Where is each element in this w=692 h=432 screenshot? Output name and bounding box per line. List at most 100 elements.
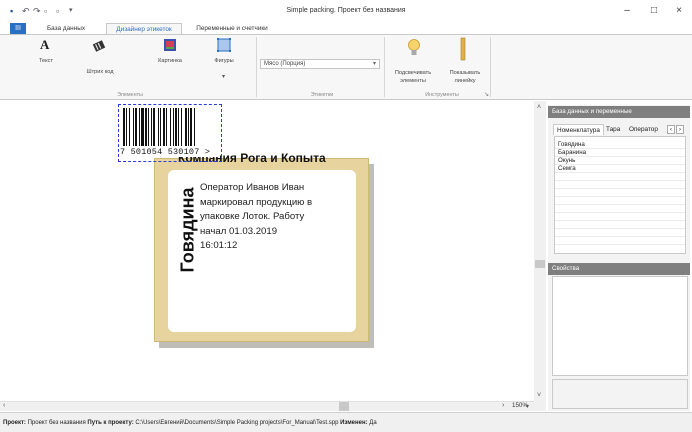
- empty-list-row: [555, 189, 685, 197]
- nomenclature-list[interactable]: Говядина Баранина Окунь Семга: [554, 136, 686, 254]
- tabs-scroll-right-icon[interactable]: ›: [676, 125, 684, 134]
- product-name-vertical-text[interactable]: Говядина: [178, 187, 199, 272]
- barcode-digits: 7 501054 530107 >: [120, 147, 218, 157]
- label-template-value: Мясо (Порция): [264, 61, 306, 67]
- window-title: Simple packing. Проект без названия: [286, 7, 406, 14]
- highlight-label-line-1: Подсвечивать: [394, 70, 432, 76]
- barcode-bar: [139, 108, 140, 146]
- file-menu-button[interactable]: III: [10, 23, 26, 34]
- path-value: C:\Users\Евгений\Documents\Simple Packin…: [135, 420, 339, 426]
- barcode-tool-icon[interactable]: [92, 39, 106, 53]
- barcode-bar: [185, 108, 187, 146]
- barcode-bar: [129, 108, 130, 146]
- list-item[interactable]: Семга: [555, 165, 685, 173]
- tabs-scroll-left-icon[interactable]: ‹: [667, 125, 675, 134]
- barcode-bar: [190, 108, 192, 146]
- vertical-scroll-thumb[interactable]: [535, 260, 545, 268]
- shapes-dropdown-icon[interactable]: ▾: [222, 73, 225, 80]
- scroll-right-icon[interactable]: ›: [502, 402, 504, 409]
- minimize-button[interactable]: –: [616, 4, 638, 18]
- app-window: ▪ ↶ ↷ ▫ ▫ ▾ Simple packing. Проект без н…: [0, 0, 692, 432]
- barcode-bar: [173, 108, 174, 146]
- shapes-tool-label[interactable]: Фигуры: [202, 58, 246, 64]
- barcode-bar: [141, 108, 144, 146]
- operator-text-line: 16:01:12: [200, 240, 238, 252]
- project-value: Проект без названия: [27, 420, 86, 426]
- tab-container[interactable]: Тара: [603, 124, 623, 135]
- empty-list-row: [555, 181, 685, 189]
- close-button[interactable]: ×: [668, 4, 690, 18]
- horizontal-scrollbar[interactable]: [0, 401, 534, 411]
- empty-list-row: [555, 205, 685, 213]
- project-label: Проект:: [3, 420, 26, 426]
- barcode-bar: [148, 108, 149, 146]
- text-tool-icon[interactable]: A: [40, 37, 49, 53]
- barcode-bar: [163, 108, 165, 146]
- barcode-bar: [151, 108, 152, 146]
- operator-text-line: начал 01.03.2019: [200, 225, 278, 237]
- highlight-label-line-2: элементы: [400, 78, 426, 84]
- zoom-dropdown-icon[interactable]: ▾: [526, 403, 529, 410]
- list-item[interactable]: Окунь: [555, 157, 685, 165]
- shapes-tool-icon[interactable]: [216, 37, 232, 53]
- group-separator: [490, 37, 491, 97]
- operator-text-line: упаковке Лоток. Работу: [200, 211, 305, 223]
- barcode-bar: [170, 108, 171, 146]
- barcode-bar: [158, 108, 159, 146]
- ruler-icon[interactable]: [458, 37, 468, 61]
- image-tool-icon[interactable]: [163, 38, 177, 52]
- empty-list-row: [555, 197, 685, 205]
- tab-nomenclature[interactable]: Номенклатура: [553, 124, 604, 135]
- properties-header: Свойства: [548, 263, 690, 275]
- barcode-bar: [175, 108, 177, 146]
- label-template-select[interactable]: Мясо (Порция) ▾: [260, 59, 380, 69]
- changed-value: Да: [369, 420, 377, 426]
- group-separator: [384, 37, 385, 97]
- barcode-bar: [123, 108, 125, 146]
- path-label: Путь к проекту:: [87, 420, 134, 426]
- scroll-up-icon[interactable]: ˄: [537, 104, 541, 111]
- show-ruler-button[interactable]: Показывать линейку: [436, 69, 494, 85]
- text-tool-label[interactable]: Текст: [26, 58, 66, 64]
- operator-text-line: Оператор Иванов Иван: [200, 182, 305, 193]
- list-item[interactable]: Баранина: [555, 149, 685, 157]
- elements-group-label: Элементы: [117, 92, 143, 98]
- barcode-bar: [126, 108, 127, 146]
- tools-group-label: Инструменты: [425, 92, 459, 98]
- scroll-left-icon[interactable]: ‹: [3, 402, 5, 409]
- dialog-launcher-icon[interactable]: ↘: [484, 91, 489, 98]
- maximize-button[interactable]: □: [643, 4, 665, 18]
- properties-grid[interactable]: [552, 276, 688, 376]
- properties-description: [552, 379, 688, 409]
- image-tool-label[interactable]: Картинка: [148, 58, 192, 64]
- chevron-down-icon[interactable]: ▾: [373, 60, 376, 67]
- labels-group-label: Этикетки: [310, 92, 334, 98]
- empty-list-row: [555, 237, 685, 245]
- barcode-bar: [145, 108, 147, 146]
- lightbulb-icon[interactable]: [407, 38, 421, 58]
- barcode-bars[interactable]: [121, 108, 219, 148]
- operator-text-line: маркировал продукцию в: [200, 196, 313, 208]
- scroll-down-icon[interactable]: ˅: [537, 392, 541, 399]
- barcode-tool-label[interactable]: Штрих код: [78, 69, 122, 75]
- barcode-bar: [194, 108, 195, 146]
- empty-list-row: [555, 173, 685, 181]
- tab-operator[interactable]: Оператор: [626, 124, 661, 135]
- changed-label: Изменен:: [340, 420, 368, 426]
- list-item[interactable]: Говядина: [555, 141, 685, 149]
- vertical-scrollbar[interactable]: [534, 101, 546, 411]
- barcode-bar: [133, 108, 134, 146]
- database-variables-header: База данных и переменные: [548, 106, 690, 118]
- barcode-bar: [188, 108, 189, 146]
- empty-list-row: [555, 221, 685, 229]
- highlight-elements-button[interactable]: Подсвечивать элементы: [384, 69, 442, 85]
- barcode-bar: [160, 108, 161, 146]
- horizontal-scroll-thumb[interactable]: [339, 402, 349, 411]
- barcode-bar: [166, 108, 167, 146]
- empty-list-row: [555, 213, 685, 221]
- barcode-bar: [181, 108, 182, 146]
- operator-text-block[interactable]: Оператор Иванов Иван маркировал продукци…: [200, 181, 350, 254]
- status-text: Проект: Проект без названия Путь к проек…: [3, 420, 377, 426]
- barcode-bar: [153, 108, 155, 146]
- barcode-bar: [178, 108, 179, 146]
